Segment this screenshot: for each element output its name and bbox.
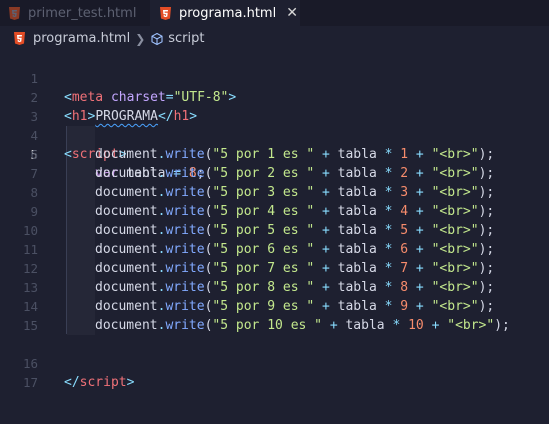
code-line-15: 15 document.write("5 por 10 es " + tabla … — [0, 316, 549, 335]
html5-icon — [160, 6, 171, 20]
breadcrumb: programa.html ❯ script — [0, 26, 549, 51]
code-line-10: 10 document.write("5 por 5 es " + tabla *… — [0, 221, 549, 240]
code-line-1: 1 <meta charset="UTF-8"> — [0, 50, 549, 105]
tab-programa[interactable]: programa.html ✕ — [150, 0, 300, 26]
tab-bar: primer_test.html programa.html ✕ — [0, 0, 549, 26]
tab-label: primer_test.html — [28, 5, 137, 21]
chevron-right-icon: ❯ — [135, 31, 146, 46]
line-number: 6 — [30, 147, 38, 162]
line-number: 7 — [30, 166, 38, 181]
line-number: 14 — [22, 299, 38, 314]
code-line-17: 17 — [0, 354, 549, 390]
code-line-3: 3 — [0, 88, 549, 124]
code-line-2: 2 <h1>PROGRAMA</h1> — [0, 69, 549, 124]
line-number: 17 — [22, 375, 38, 390]
line-number: 13 — [22, 280, 38, 295]
line-number: 10 — [22, 223, 38, 238]
code-line-6: 6 document.write("5 por 1 es " + tabla * … — [0, 145, 549, 164]
code-line-5: 5 var tabla = 8; — [0, 126, 549, 181]
breadcrumb-file[interactable]: programa.html — [33, 31, 130, 46]
line-number: 9 — [30, 204, 38, 219]
breadcrumb-symbol[interactable]: script — [168, 31, 204, 46]
code-line-11: 11 document.write("5 por 6 es " + tabla *… — [0, 240, 549, 259]
line-number: 8 — [30, 185, 38, 200]
line-number: 15 — [22, 318, 38, 333]
code-line-16: 16 </script> — [0, 335, 549, 390]
code-line-8: 8 document.write("5 por 3 es " + tabla * … — [0, 183, 549, 202]
cube-icon — [151, 32, 163, 45]
code-editor[interactable]: 1 <meta charset="UTF-8"> 2 <h1>PROGRAMA<… — [0, 50, 549, 424]
code-line-14: 14 document.write("5 por 9 es " + tabla *… — [0, 297, 549, 316]
code-line-13: 13 document.write("5 por 8 es " + tabla *… — [0, 278, 549, 297]
code-line-4: 4 <script> — [0, 107, 549, 162]
code-line-12: 12 document.write("5 por 7 es " + tabla *… — [0, 259, 549, 278]
code-line-9: 9 document.write("5 por 4 es " + tabla * … — [0, 202, 549, 221]
line-number: 12 — [22, 261, 38, 276]
tab-primer-test[interactable]: primer_test.html — [0, 0, 150, 26]
html5-icon — [14, 32, 25, 45]
code-line-7: 7 document.write("5 por 2 es " + tabla * … — [0, 164, 549, 183]
line-number: 11 — [22, 242, 38, 257]
close-icon[interactable]: ✕ — [286, 5, 298, 21]
tab-label: programa.html — [179, 5, 277, 21]
html5-icon — [9, 6, 20, 20]
